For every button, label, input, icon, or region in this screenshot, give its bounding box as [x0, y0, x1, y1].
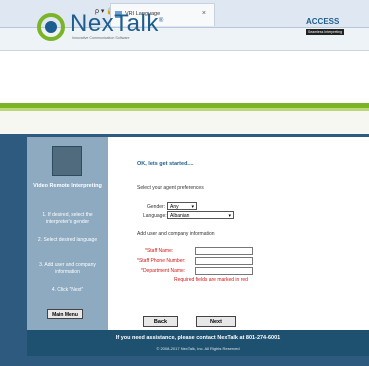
partner-logo: ACCESS	[306, 17, 340, 26]
registered-mark: ®	[158, 18, 164, 24]
brand-text: NexTalk	[70, 10, 159, 37]
step-1: 1. If desired, select the interpreter's …	[42, 212, 93, 225]
footer	[27, 330, 369, 356]
next-button[interactable]: Next	[196, 316, 236, 327]
language-select[interactable]: Albanian ▾	[167, 211, 234, 219]
step-4: 4. Click "Next"	[51, 287, 84, 293]
department-input[interactable]	[195, 267, 253, 275]
sidebar-title: Video Remote Interpreting	[33, 183, 102, 189]
chevron-down-icon: ▾	[191, 204, 194, 210]
spacer	[0, 111, 369, 134]
gender-value: Any	[170, 204, 179, 210]
staff-name-label: *Staff Name:	[145, 248, 174, 254]
brand-name[interactable]: NexTalk®	[70, 10, 164, 38]
user-info-heading: Add user and company information	[137, 231, 215, 237]
language-label: Language:	[143, 213, 167, 219]
close-tab-icon[interactable]: ×	[202, 10, 206, 17]
required-note: Required fields are marked in red	[174, 277, 248, 283]
step-2: 2. Select desired language	[37, 237, 98, 243]
language-value: Albanian	[170, 213, 190, 219]
staff-phone-input[interactable]	[195, 257, 253, 265]
department-label: *Department Name:	[141, 268, 186, 274]
agent-prefs-heading: Select your agent preferences	[137, 185, 204, 191]
site-header	[0, 51, 369, 103]
gender-select[interactable]: Any ▾	[167, 202, 197, 210]
interpreter-avatar	[52, 146, 82, 176]
tagline: Innovative Communication Software	[72, 36, 130, 40]
staff-name-input[interactable]	[195, 247, 253, 255]
main-menu-button[interactable]: Main Menu	[47, 309, 83, 319]
chevron-down-icon: ▾	[228, 213, 231, 219]
step-3: 3. Add user and company information	[39, 262, 96, 275]
back-button[interactable]: Back	[143, 316, 178, 327]
gender-label: Gender:	[147, 204, 166, 210]
assistance-text: If you need assistance, please contact N…	[115, 335, 281, 341]
partner-subtitle: Seamless Interpreting	[306, 29, 345, 35]
staff-phone-label: *Staff Phone Number:	[137, 258, 186, 264]
copyright: © 2008-2017 NexTalk, Inc. All Rights Res…	[156, 346, 240, 351]
nextalk-logo-icon	[37, 13, 65, 41]
page-title: OK, lets get started....	[137, 161, 194, 167]
